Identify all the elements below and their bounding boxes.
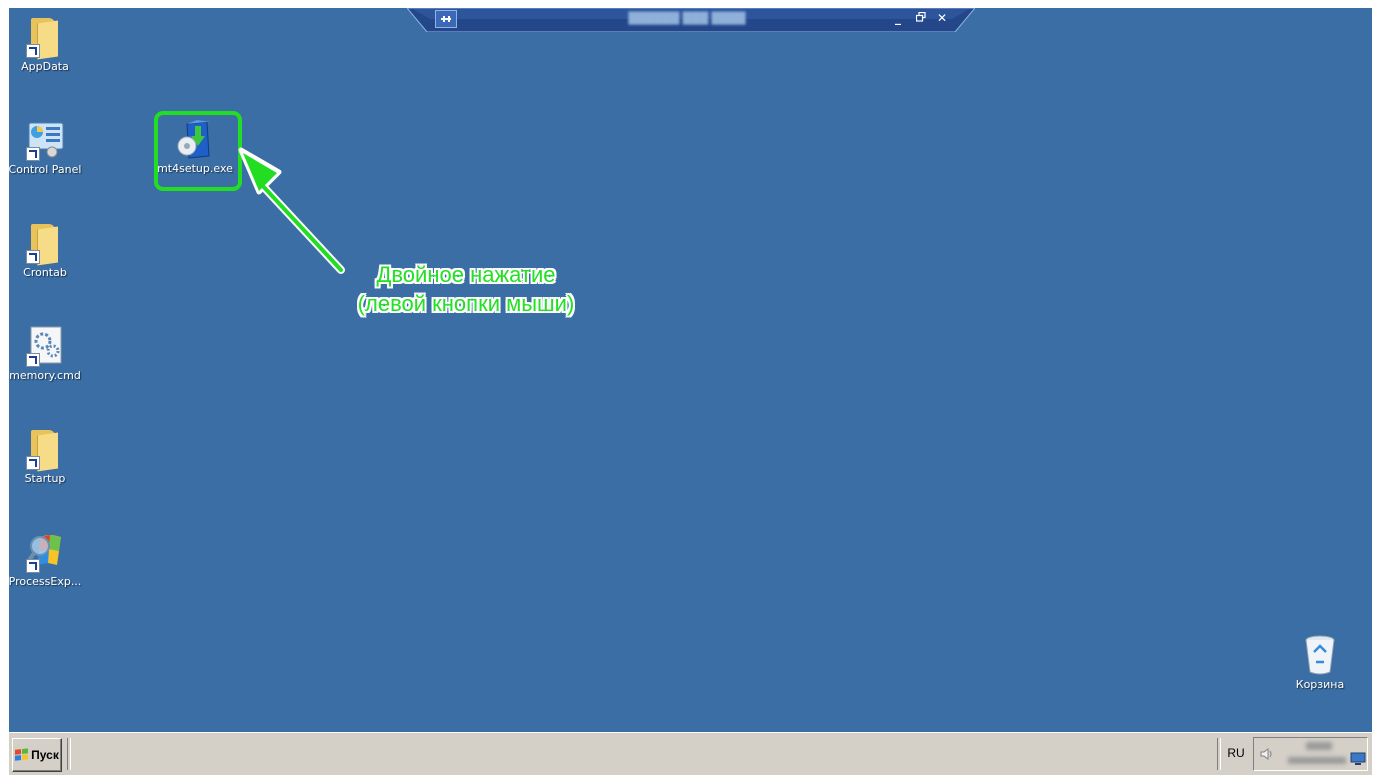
desktop: ██████ ███ ████ _ ✕ AppData Control Pane… <box>9 8 1372 732</box>
annotation-text: Двойное нажатие (левой кнопки мыши) <box>331 260 601 318</box>
annotation-line-2: (левой кнопки мыши) <box>357 291 575 316</box>
clock-date-redacted <box>1288 757 1346 764</box>
clock-time-redacted <box>1306 742 1332 750</box>
taskbar: Пуск RU <box>9 732 1372 775</box>
start-button[interactable]: Пуск <box>12 738 62 772</box>
annotation-arrow <box>238 147 345 274</box>
taskbar-separator <box>67 738 71 770</box>
speaker-icon[interactable] <box>1260 747 1274 761</box>
start-label: Пуск <box>31 748 59 762</box>
taskbar-separator <box>1217 738 1221 770</box>
windows-logo-icon <box>15 748 29 761</box>
network-icon[interactable] <box>1350 752 1366 766</box>
language-indicator[interactable]: RU <box>1222 743 1250 763</box>
system-tray <box>1253 737 1368 771</box>
annotation-line-1: Двойное нажатие <box>376 262 556 287</box>
